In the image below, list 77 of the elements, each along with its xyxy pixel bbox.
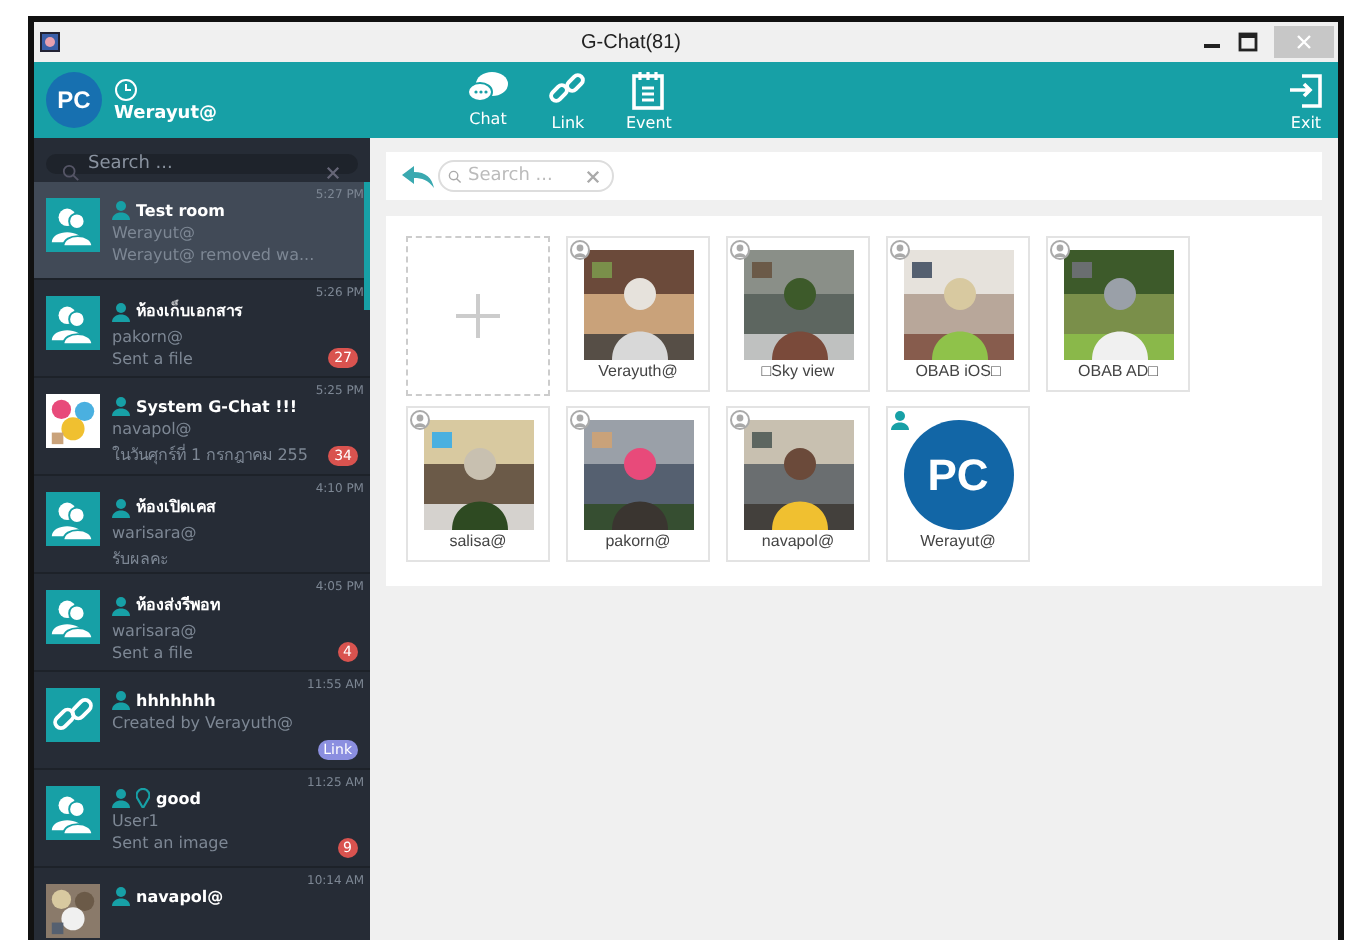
- member-card[interactable]: pakorn@: [566, 406, 710, 562]
- room-member: User1: [112, 812, 161, 830]
- add-member-button[interactable]: [406, 236, 550, 396]
- window-title: G-Chat(81): [578, 31, 683, 53]
- member-name: Verayuth@: [598, 362, 678, 380]
- member-card[interactable]: OBAB iOS□: [886, 236, 1030, 392]
- person-icon: [112, 497, 130, 517]
- last-message: ในวันศุกร์ที่ 1 กรกฎาคม 255: [112, 442, 308, 468]
- member-card[interactable]: navapol@: [726, 406, 870, 562]
- member-card[interactable]: Verayuth@: [566, 236, 710, 392]
- group-avatar-icon: [46, 198, 100, 252]
- user-circle-icon: [890, 240, 910, 260]
- room-name: System G-Chat !!!: [136, 397, 298, 415]
- last-message: Sent a file: [112, 644, 195, 662]
- room-member: navapol@: [112, 420, 194, 438]
- group-avatar-icon: [46, 590, 100, 644]
- room-name: good: [156, 789, 201, 807]
- person-icon: [112, 886, 130, 906]
- member-search-field[interactable]: Search ...: [438, 160, 614, 192]
- close-icon: [1296, 34, 1312, 50]
- user-circle-icon: [730, 410, 750, 430]
- room-name: Test room: [136, 201, 225, 219]
- member-card[interactable]: □Sky view: [726, 236, 870, 392]
- member-name: navapol@: [761, 532, 835, 550]
- search-icon: [448, 170, 462, 184]
- person-icon: [112, 595, 130, 615]
- room-name: ห้องส่งรีพอท: [136, 594, 220, 618]
- group-avatar-icon: [46, 492, 100, 546]
- clock-icon: [114, 77, 138, 101]
- app-logo: PC: [46, 72, 102, 128]
- member-card[interactable]: salisa@: [406, 406, 550, 562]
- group-avatar-icon: [46, 786, 100, 840]
- app-icon: [40, 32, 60, 52]
- back-arrow-icon[interactable]: [402, 165, 434, 187]
- group-avatar-icon: [46, 296, 100, 350]
- person-icon: [112, 396, 130, 416]
- user-circle-icon: [570, 410, 590, 430]
- person-icon: [112, 301, 130, 321]
- plus-icon: [456, 294, 500, 338]
- member-card[interactable]: OBAB AD□: [1046, 236, 1190, 392]
- user-circle-icon: [1050, 240, 1070, 260]
- user-circle-icon: [570, 240, 590, 260]
- room-name: ห้องเก็บเอกสาร: [136, 298, 242, 324]
- member-name: Werayut@: [920, 532, 996, 550]
- room-member: Werayut@: [112, 224, 197, 242]
- room-member: pakorn@: [112, 328, 185, 346]
- last-message: Werayut@ removed wa...: [112, 246, 315, 264]
- room-name: ห้องเปิดเคส: [136, 496, 216, 520]
- member-name: pakorn@: [605, 532, 671, 550]
- member-name: □Sky view: [761, 362, 835, 380]
- user-circle-icon: [410, 410, 430, 430]
- maximize-icon[interactable]: [1238, 32, 1258, 52]
- room-name: navapol@: [136, 887, 224, 905]
- room-member: Created by Verayuth@: [112, 714, 294, 732]
- last-message: Sent a file: [112, 350, 195, 368]
- member-name: OBAB iOS□: [915, 362, 1001, 380]
- person-icon: [112, 788, 130, 808]
- clear-icon[interactable]: [586, 170, 600, 184]
- room-member: warisara@: [112, 524, 199, 542]
- person-icon: [112, 690, 130, 710]
- search-field[interactable]: Search ...: [46, 154, 358, 174]
- member-name: OBAB AD□: [1078, 362, 1158, 380]
- user-circle-icon: [730, 240, 750, 260]
- logo-avatar: PC: [903, 420, 1013, 530]
- person-icon: [890, 410, 910, 430]
- last-message: รับผลคะ: [112, 548, 170, 572]
- room-member: warisara@: [112, 622, 199, 640]
- close-button[interactable]: [1274, 26, 1334, 58]
- link-avatar-icon: [46, 688, 100, 742]
- search-icon: [62, 164, 80, 182]
- member-name: salisa@: [449, 532, 507, 550]
- user-name: Werayut@: [114, 103, 220, 123]
- clear-icon[interactable]: [326, 166, 340, 180]
- room-name: hhhhhhh: [136, 691, 216, 709]
- member-card[interactable]: PC Werayut@: [886, 406, 1030, 562]
- person-icon: [112, 200, 130, 220]
- last-message: Sent an image: [112, 834, 229, 852]
